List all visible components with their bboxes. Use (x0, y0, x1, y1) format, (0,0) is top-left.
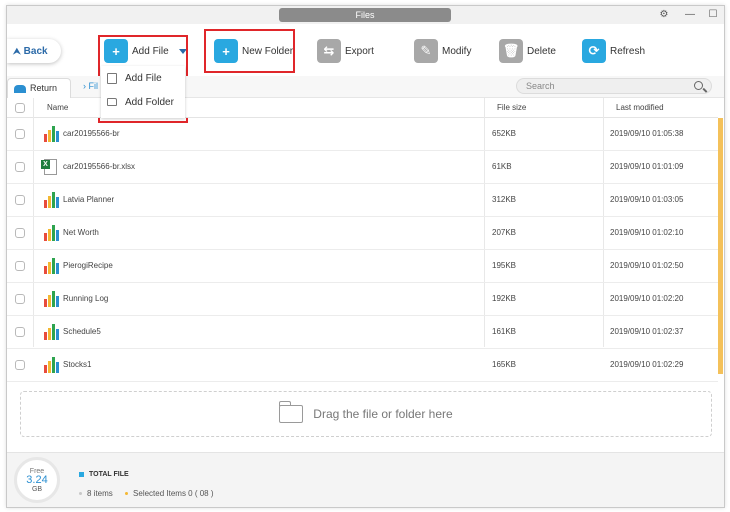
item-counts: 8 items Selected Items 0 ( 08 ) (79, 489, 214, 498)
menu-item-add-file[interactable]: Add File (101, 66, 185, 90)
cloud-icon (14, 84, 26, 93)
row-checkbox[interactable] (15, 360, 25, 370)
select-all-checkbox[interactable] (15, 103, 25, 113)
file-size: 192KB (492, 294, 517, 303)
file-name: Running Log (63, 294, 109, 303)
delete-label: Delete (527, 45, 556, 57)
files-window: Files ⚙ — ☐ ⮝ Back + Add File + New Folde… (6, 5, 725, 508)
column-modified-header[interactable]: Last modified (616, 98, 664, 118)
drop-zone-label: Drag the file or folder here (313, 407, 453, 421)
row-checkbox[interactable] (15, 129, 25, 139)
row-checkbox[interactable] (15, 294, 25, 304)
file-size: 165KB (492, 360, 517, 369)
back-button[interactable]: ⮝ Back (7, 39, 61, 63)
file-size: 161KB (492, 327, 517, 336)
table-row[interactable]: Running Log 192KB 2019/09/10 01:02:20 (7, 283, 718, 316)
refresh-label: Refresh (610, 45, 646, 57)
refresh-button[interactable]: ⟳ Refresh (582, 38, 645, 64)
folder-icon (107, 98, 117, 106)
chart-file-icon (41, 257, 59, 275)
file-size: 312KB (492, 195, 517, 204)
modify-icon: ✎ (414, 39, 438, 63)
row-checkbox[interactable] (15, 261, 25, 271)
file-modified: 2019/09/10 01:02:29 (610, 360, 684, 369)
modify-label: Modify (442, 45, 472, 57)
maximize-icon[interactable]: ☐ (706, 8, 720, 22)
minimize-icon[interactable]: — (683, 8, 697, 22)
file-modified: 2019/09/10 01:03:05 (610, 195, 684, 204)
chart-file-icon (41, 323, 59, 341)
table-row[interactable]: car20195566-br 652KB 2019/09/10 01:05:38 (7, 118, 718, 151)
dot-icon (125, 492, 129, 496)
chart-file-icon (41, 356, 59, 374)
file-modified: 2019/09/10 01:02:37 (610, 327, 684, 336)
title-bar: Files ⚙ — ☐ (7, 6, 724, 24)
settings-gear-icon[interactable]: ⚙ (657, 8, 671, 22)
file-icon (107, 72, 117, 84)
file-name: car20195566-br.xlsx (63, 162, 136, 171)
file-name: Latvia Planner (63, 195, 115, 204)
dot-icon (79, 492, 82, 496)
highlight-box-new-folder (204, 29, 295, 73)
export-icon: ⇆ (317, 39, 341, 63)
storage-gauge: Free 3.24 GB (14, 457, 60, 503)
column-name-header[interactable]: Name (47, 98, 68, 118)
table-row[interactable]: Stocks1 165KB 2019/09/10 01:02:29 (7, 349, 718, 382)
chart-file-icon (41, 290, 59, 308)
file-modified: 2019/09/10 01:02:50 (610, 261, 684, 270)
column-size-header[interactable]: File size (497, 98, 526, 118)
file-size: 61KB (492, 162, 512, 171)
table-row[interactable]: PierogiRecipe 195KB 2019/09/10 01:02:50 (7, 250, 718, 283)
file-modified: 2019/09/10 01:02:20 (610, 294, 684, 303)
row-checkbox[interactable] (15, 195, 25, 205)
export-button[interactable]: ⇆ Export (317, 38, 374, 64)
excel-file-icon: X (41, 158, 59, 176)
table-row[interactable]: Schedule5 161KB 2019/09/10 01:02:37 (7, 316, 718, 349)
file-modified: 2019/09/10 01:01:09 (610, 162, 684, 171)
drop-zone[interactable]: Drag the file or folder here (20, 391, 712, 437)
table-row[interactable]: Xcar20195566-br.xlsx 61KB 2019/09/10 01:01… (7, 151, 718, 184)
square-bullet-icon (79, 471, 84, 477)
free-unit: GB (31, 486, 43, 493)
file-name: Schedule5 (63, 327, 101, 336)
chart-file-icon (41, 125, 59, 143)
modify-button[interactable]: ✎ Modify (414, 38, 471, 64)
file-name: Stocks1 (63, 360, 92, 369)
table-row[interactable]: Latvia Planner 312KB 2019/09/10 01:03:05 (7, 184, 718, 217)
file-name: PierogiRecipe (63, 261, 113, 270)
file-modified: 2019/09/10 01:02:10 (610, 228, 684, 237)
row-checkbox[interactable] (15, 162, 25, 172)
status-footer: Free 3.24 GB TOTAL FILE 8 items Selected… (7, 452, 724, 507)
return-button[interactable]: Return (7, 78, 71, 98)
total-file-label: TOTAL FILE (79, 471, 129, 478)
file-name: car20195566-br (63, 129, 120, 138)
trash-icon: 🗑 (499, 39, 523, 63)
scrollbar-thumb[interactable] (718, 118, 723, 374)
window-title: Files (279, 8, 451, 22)
search-icon[interactable] (694, 81, 703, 90)
free-value: 3.24 (26, 474, 48, 486)
row-checkbox[interactable] (15, 327, 25, 337)
back-arrow-icon: ⮝ (13, 46, 21, 56)
file-size: 207KB (492, 228, 517, 237)
folder-icon (278, 401, 304, 423)
file-modified: 2019/09/10 01:05:38 (610, 129, 684, 138)
table-row[interactable]: Net Worth 207KB 2019/09/10 01:02:10 (7, 217, 718, 250)
breadcrumb[interactable]: › Fil (83, 81, 98, 91)
chart-file-icon (41, 224, 59, 242)
file-name: Net Worth (63, 228, 99, 237)
export-label: Export (345, 45, 374, 57)
file-size: 195KB (492, 261, 517, 270)
items-count: 8 items (87, 489, 113, 498)
file-size: 652KB (492, 129, 517, 138)
row-checkbox[interactable] (15, 228, 25, 238)
add-dropdown-menu: Add File Add Folder (101, 66, 185, 118)
delete-button[interactable]: 🗑 Delete (499, 38, 556, 64)
selected-count: Selected Items 0 ( 08 ) (133, 489, 214, 498)
refresh-icon: ⟳ (582, 39, 606, 63)
menu-item-add-folder[interactable]: Add Folder (101, 90, 185, 114)
search-input[interactable]: Search (516, 78, 712, 94)
chart-file-icon (41, 191, 59, 209)
